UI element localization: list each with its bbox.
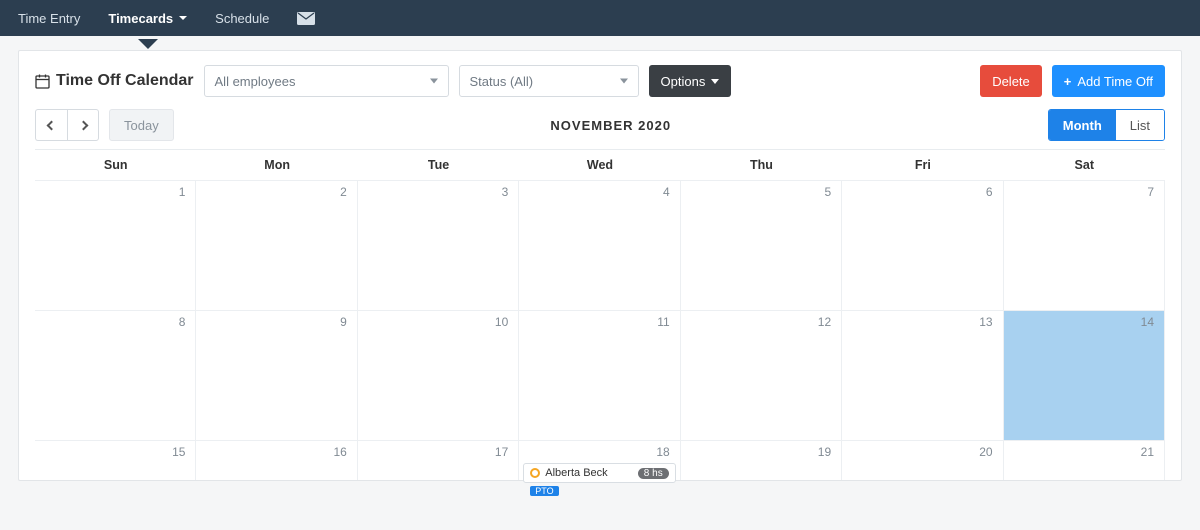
day-number: 4 <box>663 185 670 199</box>
day-number: 18 <box>656 445 669 459</box>
day-cell[interactable]: 6 <box>842 180 1003 310</box>
day-number: 14 <box>1141 315 1154 329</box>
day-cell[interactable]: 11 <box>519 310 680 440</box>
day-header: Wed <box>519 150 680 180</box>
day-number: 5 <box>824 185 831 199</box>
next-month-button[interactable] <box>67 109 99 141</box>
day-cell[interactable]: 9 <box>196 310 357 440</box>
day-number: 11 <box>657 315 669 329</box>
chevron-down-icon <box>430 79 438 84</box>
day-number: 1 <box>179 185 186 199</box>
day-cell[interactable]: 17 <box>358 440 519 480</box>
week-row: 8 9 10 11 12 13 14 <box>35 310 1165 440</box>
day-number: 6 <box>986 185 993 199</box>
day-header: Thu <box>681 150 842 180</box>
day-cell[interactable]: 12 <box>681 310 842 440</box>
day-cell[interactable]: 1 <box>35 180 196 310</box>
day-cell[interactable]: 20 <box>842 440 1003 480</box>
day-number: 12 <box>818 315 831 329</box>
status-select-value: Status (All) <box>470 74 534 89</box>
day-cell[interactable]: 10 <box>358 310 519 440</box>
today-button[interactable]: Today <box>109 109 174 141</box>
day-cell[interactable]: 19 <box>681 440 842 480</box>
week-row: 1 2 3 4 5 6 7 <box>35 180 1165 310</box>
event-name: Alberta Beck <box>545 467 633 479</box>
day-number: 17 <box>495 445 508 459</box>
day-header: Sat <box>1004 150 1165 180</box>
day-number: 19 <box>818 445 831 459</box>
nav-timecards[interactable]: Timecards <box>108 11 187 26</box>
calendar-icon <box>35 74 50 89</box>
event-type-tag: PTO <box>530 486 558 496</box>
day-number: 13 <box>979 315 992 329</box>
day-number: 21 <box>1141 445 1154 459</box>
day-cell[interactable]: 13 <box>842 310 1003 440</box>
chevron-left-icon <box>47 120 57 130</box>
day-cell[interactable]: 14 <box>1004 310 1165 440</box>
time-off-event[interactable]: Alberta Beck8 hsPTO <box>523 463 675 483</box>
toolbar: Time Off Calendar All employees Status (… <box>35 65 1165 97</box>
chevron-down-icon <box>179 16 187 20</box>
nav-schedule[interactable]: Schedule <box>215 11 269 26</box>
employees-select-value: All employees <box>215 74 296 89</box>
day-cell[interactable]: 8 <box>35 310 196 440</box>
add-time-off-label: Add Time Off <box>1077 74 1153 89</box>
top-nav: Time Entry Timecards Schedule <box>0 0 1200 36</box>
nav-timecards-label: Timecards <box>108 11 173 26</box>
day-number: 9 <box>340 315 347 329</box>
employees-select[interactable]: All employees <box>204 65 449 97</box>
month-label: NOVEMBER 2020 <box>174 118 1048 133</box>
nav-active-pointer <box>138 39 158 49</box>
week-row: 15161718Alberta Beck8 hsPTO192021 <box>35 440 1165 480</box>
day-header: Mon <box>196 150 357 180</box>
options-button-label: Options <box>661 74 706 89</box>
day-number: 16 <box>333 445 346 459</box>
nav-time-entry[interactable]: Time Entry <box>18 11 80 26</box>
day-cell[interactable]: 21 <box>1004 440 1165 480</box>
status-select[interactable]: Status (All) <box>459 65 639 97</box>
envelope-icon <box>297 12 315 25</box>
day-number: 8 <box>179 315 186 329</box>
day-header: Sun <box>35 150 196 180</box>
day-cell[interactable]: 2 <box>196 180 357 310</box>
day-cell[interactable]: 3 <box>358 180 519 310</box>
event-hours-badge: 8 hs <box>638 468 669 479</box>
view-month-button[interactable]: Month <box>1049 110 1116 140</box>
day-number: 20 <box>979 445 992 459</box>
calendar-controls: Today NOVEMBER 2020 Month List <box>35 109 1165 141</box>
view-toggle: Month List <box>1048 109 1165 141</box>
day-header: Fri <box>842 150 1003 180</box>
day-number: 7 <box>1147 185 1154 199</box>
day-cell[interactable]: 15 <box>35 440 196 480</box>
status-dot-icon <box>530 468 540 478</box>
day-header: Tue <box>358 150 519 180</box>
view-list-button[interactable]: List <box>1116 110 1164 140</box>
page-title-wrap: Time Off Calendar <box>35 72 194 90</box>
delete-button[interactable]: Delete <box>980 65 1042 97</box>
calendar-grid: SunMonTueWedThuFriSat 123456789101112131… <box>35 149 1165 480</box>
day-number: 2 <box>340 185 347 199</box>
day-number: 3 <box>502 185 509 199</box>
day-number: 15 <box>172 445 185 459</box>
day-header-row: SunMonTueWedThuFriSat <box>35 150 1165 180</box>
chevron-down-icon <box>711 79 719 84</box>
add-time-off-button[interactable]: + Add Time Off <box>1052 65 1165 97</box>
day-cell[interactable]: 16 <box>196 440 357 480</box>
day-cell[interactable]: 4 <box>519 180 680 310</box>
options-button[interactable]: Options <box>649 65 732 97</box>
nav-messages[interactable] <box>297 12 315 25</box>
day-cell[interactable]: 18Alberta Beck8 hsPTO <box>519 440 680 480</box>
day-cell[interactable]: 7 <box>1004 180 1165 310</box>
chevron-right-icon <box>78 120 88 130</box>
page-title: Time Off Calendar <box>56 72 194 90</box>
time-off-panel: Time Off Calendar All employees Status (… <box>18 50 1182 481</box>
day-cell[interactable]: 5 <box>681 180 842 310</box>
prev-month-button[interactable] <box>35 109 67 141</box>
day-number: 10 <box>495 315 508 329</box>
chevron-down-icon <box>620 79 628 84</box>
plus-icon: + <box>1064 74 1072 89</box>
